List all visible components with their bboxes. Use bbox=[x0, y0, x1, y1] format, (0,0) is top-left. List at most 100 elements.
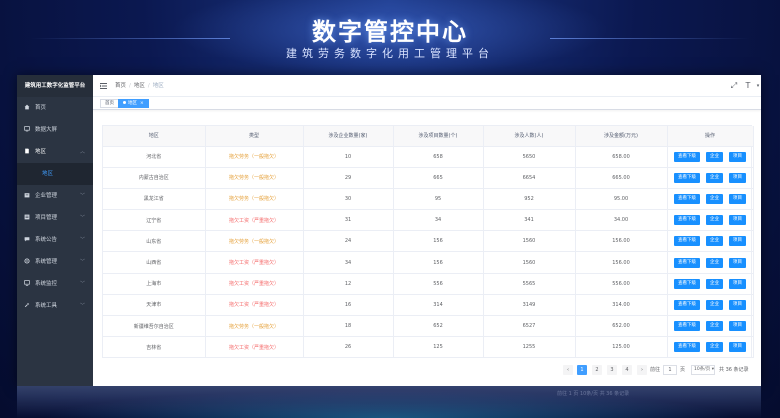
cell-actions: 查看下级 企业 项目 bbox=[667, 188, 754, 211]
cell-amount: 652.00 bbox=[575, 315, 668, 338]
page-unit-label: 页 bbox=[680, 367, 686, 373]
sidebar-item-tools[interactable]: 系统工具 ﹀ bbox=[17, 295, 93, 317]
header-type: 类型 bbox=[205, 126, 304, 147]
page-3-button[interactable]: 3 bbox=[607, 365, 617, 375]
page-size-select[interactable]: 10条/页 ▾ bbox=[691, 365, 715, 375]
cell-amount: 156.00 bbox=[575, 251, 668, 274]
view-subordinate-button[interactable]: 查看下级 bbox=[674, 151, 700, 162]
sidebar-item-home[interactable]: 首页 bbox=[17, 97, 93, 119]
cell-amount: 125.00 bbox=[575, 336, 668, 359]
tag-region[interactable]: 地区 × bbox=[118, 99, 149, 108]
view-subordinate-button[interactable]: 查看下级 bbox=[674, 215, 700, 226]
cell-companies: 31 bbox=[303, 209, 394, 232]
cell-amount: 314.00 bbox=[575, 294, 668, 317]
caret-down-icon[interactable]: ▾ bbox=[753, 81, 761, 91]
project-button[interactable]: 项目 bbox=[729, 236, 746, 247]
cell-companies: 16 bbox=[303, 294, 394, 317]
enterprise-button[interactable]: 企业 bbox=[706, 151, 723, 162]
enterprise-button[interactable]: 企业 bbox=[706, 257, 723, 268]
cell-people: 5565 bbox=[483, 273, 576, 295]
sidebar-item-label: 系统监控 bbox=[35, 281, 58, 287]
view-subordinate-button[interactable]: 查看下级 bbox=[674, 342, 700, 353]
next-page-button[interactable]: › bbox=[637, 365, 647, 375]
home-icon bbox=[24, 104, 30, 110]
enterprise-button[interactable]: 企业 bbox=[706, 299, 723, 310]
project-button[interactable]: 项目 bbox=[729, 342, 746, 353]
cell-actions: 查看下级 企业 项目 bbox=[667, 230, 754, 253]
view-subordinate-button[interactable]: 查看下级 bbox=[674, 172, 700, 183]
view-subordinate-button[interactable]: 查看下级 bbox=[674, 257, 700, 268]
sidebar-item-dashboard[interactable]: 数据大屏 bbox=[17, 119, 93, 141]
sidebar-item-notice[interactable]: 系统公告 ﹀ bbox=[17, 229, 93, 251]
project-button[interactable]: 项目 bbox=[729, 257, 746, 268]
app-reflection: 前往 1 页 10条/页 共 36 条记录 bbox=[17, 386, 761, 418]
header-actions: 操作 bbox=[667, 126, 754, 147]
cell-type: 拖欠工资（严重拖欠） bbox=[205, 209, 304, 232]
project-button[interactable]: 项目 bbox=[729, 215, 746, 226]
enterprise-button[interactable]: 企业 bbox=[706, 193, 723, 204]
breadcrumb: 首页 / 地区 / 地区 bbox=[115, 83, 164, 89]
enterprise-button[interactable]: 企业 bbox=[706, 342, 723, 353]
fullscreen-icon[interactable]: ⤢ bbox=[729, 81, 739, 91]
sidebar-item-label: 地区 bbox=[35, 149, 47, 155]
project-button[interactable]: 项目 bbox=[729, 299, 746, 310]
cell-companies: 24 bbox=[303, 230, 394, 253]
breadcrumb-home[interactable]: 首页 bbox=[115, 83, 126, 89]
cell-region: 河北省 bbox=[103, 146, 206, 168]
prev-page-button[interactable]: ‹ bbox=[563, 365, 573, 375]
table-row: 内蒙古自治区 拖欠劳务（一般拖欠） 29 665 6654 665.00 查看下级 企业 项目 bbox=[103, 167, 754, 189]
page-1-button[interactable]: 1 bbox=[577, 365, 587, 375]
enterprise-button[interactable]: 企业 bbox=[706, 236, 723, 247]
project-button[interactable]: 项目 bbox=[729, 151, 746, 162]
close-icon[interactable]: × bbox=[140, 101, 144, 106]
cell-type: 拖欠工资（严重拖欠） bbox=[205, 336, 304, 359]
view-subordinate-button[interactable]: 查看下级 bbox=[674, 278, 700, 289]
page-4-button[interactable]: 4 bbox=[622, 365, 632, 375]
enterprise-button[interactable]: 企业 bbox=[706, 215, 723, 226]
project-button[interactable]: 项目 bbox=[729, 193, 746, 204]
view-subordinate-button[interactable]: 查看下级 bbox=[674, 321, 700, 332]
view-subordinate-button[interactable]: 查看下级 bbox=[674, 236, 700, 247]
cell-companies: 34 bbox=[303, 251, 394, 274]
view-subordinate-button[interactable]: 查看下级 bbox=[674, 193, 700, 204]
pagination: ‹ 1 2 3 4 › 前往 1 页 10条/页 ▾ 共 36 条记录 bbox=[93, 363, 761, 377]
enterprise-button[interactable]: 企业 bbox=[706, 172, 723, 183]
cell-actions: 查看下级 企业 项目 bbox=[667, 251, 754, 274]
cell-amount: 95.00 bbox=[575, 188, 668, 211]
breadcrumb-region[interactable]: 地区 bbox=[134, 83, 145, 89]
total-records: 共 36 条记录 bbox=[719, 367, 749, 373]
cell-amount: 556.00 bbox=[575, 273, 668, 295]
cell-region: 山西省 bbox=[103, 251, 206, 274]
page-2-button[interactable]: 2 bbox=[592, 365, 602, 375]
cell-projects: 34 bbox=[393, 209, 484, 232]
project-button[interactable]: 项目 bbox=[729, 321, 746, 332]
cell-projects: 556 bbox=[393, 273, 484, 295]
table-row: 河北省 拖欠劳务（一般拖欠） 10 658 5650 658.00 查看下级 企业 项目 bbox=[103, 146, 754, 168]
sidebar-item-project[interactable]: 项目管理 ﹀ bbox=[17, 207, 93, 229]
cell-projects: 156 bbox=[393, 230, 484, 253]
goto-page-input[interactable]: 1 bbox=[663, 365, 677, 375]
tools-icon bbox=[24, 302, 30, 308]
sidebar-subitem-region[interactable]: 地区 bbox=[17, 163, 93, 185]
cell-region: 吉林省 bbox=[103, 336, 206, 359]
tag-home[interactable]: 首页 bbox=[100, 99, 119, 108]
hamburger-icon[interactable] bbox=[100, 83, 107, 89]
hero-title: 数字管控中心 bbox=[312, 18, 468, 46]
sidebar-item-region[interactable]: 地区 ︿ bbox=[17, 141, 93, 163]
view-subordinate-button[interactable]: 查看下级 bbox=[674, 299, 700, 310]
cell-companies: 30 bbox=[303, 188, 394, 211]
project-button[interactable]: 项目 bbox=[729, 278, 746, 289]
cell-actions: 查看下级 企业 项目 bbox=[667, 336, 754, 359]
font-size-icon[interactable]: T bbox=[743, 81, 753, 91]
cell-actions: 查看下级 企业 项目 bbox=[667, 167, 754, 189]
cell-projects: 652 bbox=[393, 315, 484, 338]
sidebar-item-enterprise[interactable]: 企业管理 ﹀ bbox=[17, 185, 93, 207]
sidebar-item-monitor[interactable]: 系统监控 ﹀ bbox=[17, 273, 93, 295]
cell-projects: 665 bbox=[393, 167, 484, 189]
cell-companies: 29 bbox=[303, 167, 394, 189]
sidebar-item-system[interactable]: 系统管理 ﹀ bbox=[17, 251, 93, 273]
enterprise-button[interactable]: 企业 bbox=[706, 321, 723, 332]
hero-banner: 数字管控中心 建筑劳务数字化用工管理平台 bbox=[0, 0, 780, 75]
project-button[interactable]: 项目 bbox=[729, 172, 746, 183]
enterprise-button[interactable]: 企业 bbox=[706, 278, 723, 289]
